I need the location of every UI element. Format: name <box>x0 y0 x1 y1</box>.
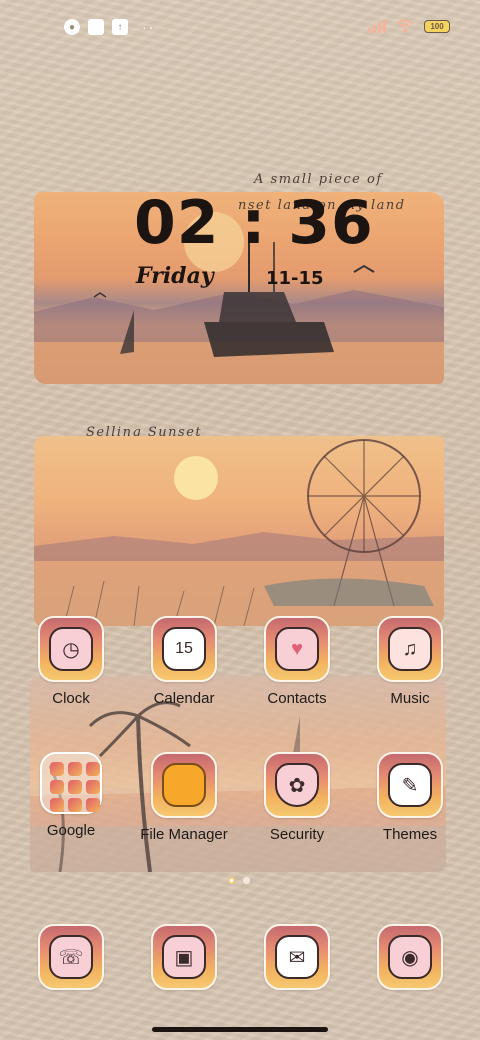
quote-line-1: A small piece of <box>254 172 383 187</box>
dock-gallery[interactable]: ▣ <box>129 924 239 990</box>
status-bar: ● ↑ ·· 100 <box>0 0 480 56</box>
music-glyph: ♫ <box>388 627 432 671</box>
folder-icon[interactable]: ▬ <box>151 752 217 818</box>
app-file-manager[interactable]: ▬ File Manager <box>129 752 239 843</box>
dock-camera[interactable]: ◉ <box>355 924 465 990</box>
app-label-file-manager: File Manager <box>140 826 228 843</box>
calendar-icon[interactable]: 15 <box>151 616 217 682</box>
upload-icon: ↑ <box>112 19 128 35</box>
picture-widget[interactable] <box>34 436 444 626</box>
page-dot-1[interactable] <box>228 877 235 884</box>
app-label-contacts: Contacts <box>267 690 327 707</box>
page-indicator[interactable] <box>228 877 250 884</box>
battery-icon: 100 <box>424 19 450 33</box>
signal-icon <box>368 19 386 33</box>
contacts-icon[interactable]: ♥ <box>264 616 330 682</box>
camera-glyph: ◉ <box>388 935 432 979</box>
brush-glyph: ✎ <box>388 763 432 807</box>
home-gesture-bar[interactable] <box>152 1027 328 1032</box>
app-label-music: Music <box>390 690 430 707</box>
app-clock[interactable]: ◷ Clock <box>16 616 126 707</box>
gallery-icon[interactable]: ▣ <box>151 924 217 990</box>
message-icon[interactable]: ✉ <box>264 924 330 990</box>
folder-glyph: ▬ <box>162 763 206 807</box>
clock-time[interactable]: 02 : 36 <box>134 188 374 258</box>
message-glyph: ✉ <box>275 935 319 979</box>
app-label-clock: Clock <box>52 690 90 707</box>
clock-date: 11-15 <box>266 268 324 289</box>
more-notifications-indicator: ·· <box>142 19 156 35</box>
dock-phone[interactable]: ☏ <box>16 924 126 990</box>
app-label-google: Google <box>46 822 96 839</box>
square-app-icon <box>88 19 104 35</box>
app-calendar[interactable]: 15 Calendar <box>129 616 239 707</box>
app-label-themes: Themes <box>382 826 438 843</box>
phone-glyph: ☏ <box>49 935 93 979</box>
clock-glyph: ◷ <box>49 627 93 671</box>
shield-icon[interactable]: ✿ <box>264 752 330 818</box>
gallery-glyph: ▣ <box>162 935 206 979</box>
brush-icon[interactable]: ✎ <box>377 752 443 818</box>
contacts-glyph: ♥ <box>275 627 319 671</box>
app-contacts[interactable]: ♥ Contacts <box>242 616 352 707</box>
notification-icon: ● <box>64 19 80 35</box>
app-label-calendar: Calendar <box>153 690 215 707</box>
page-dot-2[interactable] <box>243 877 250 884</box>
app-security[interactable]: ✿ Security <box>242 752 352 843</box>
app-google[interactable]: Google <box>16 752 126 839</box>
clock-icon[interactable]: ◷ <box>38 616 104 682</box>
camera-icon[interactable]: ◉ <box>377 924 443 990</box>
wifi-icon <box>396 19 414 33</box>
music-icon[interactable]: ♫ <box>377 616 443 682</box>
dock-messages[interactable]: ✉ <box>242 924 352 990</box>
clock-day: Friday <box>136 263 214 289</box>
calendar-glyph: 15 <box>162 627 206 671</box>
phone-icon[interactable]: ☏ <box>38 924 104 990</box>
google-folder-icon[interactable] <box>40 752 102 814</box>
app-music[interactable]: ♫ Music <box>355 616 465 707</box>
shield-glyph: ✿ <box>275 763 319 807</box>
app-themes[interactable]: ✎ Themes <box>355 752 465 843</box>
app-label-security: Security <box>269 826 325 843</box>
